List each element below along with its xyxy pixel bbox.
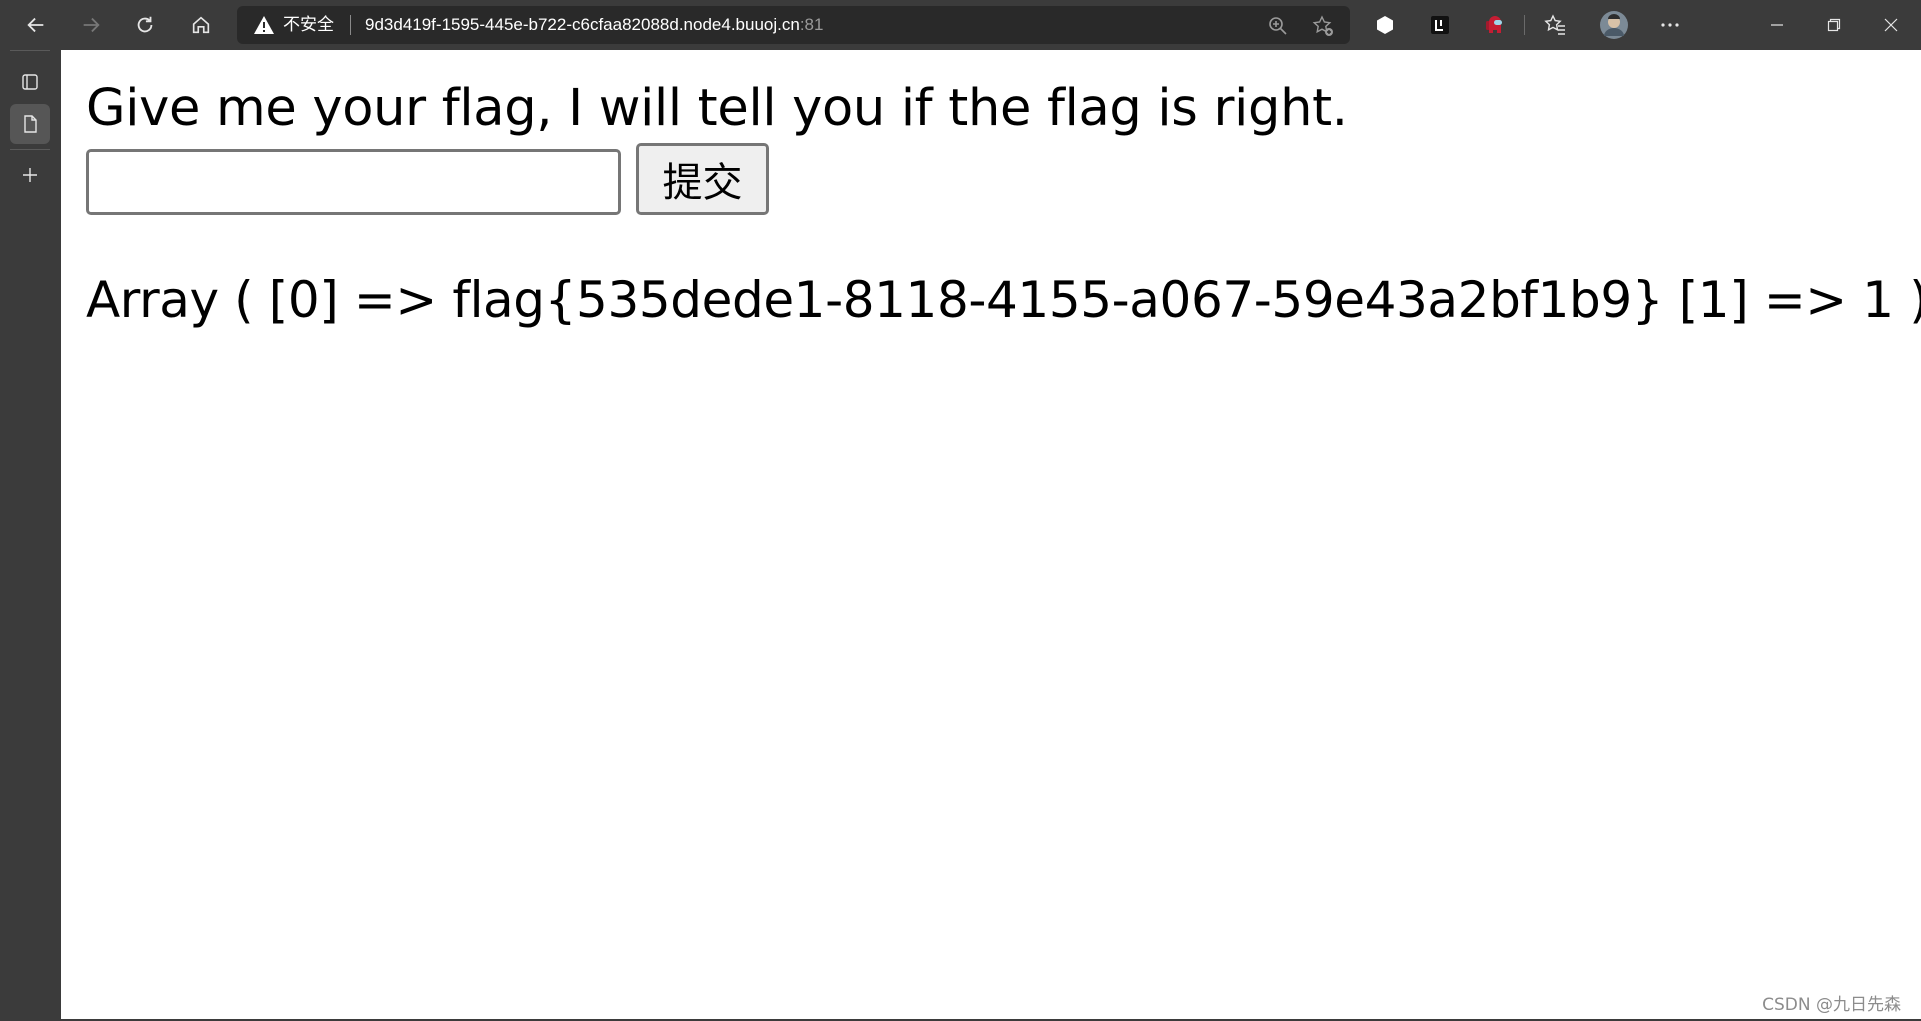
refresh-icon (137, 16, 153, 33)
profile-avatar (1600, 11, 1628, 39)
page-heading: Give me your flag, I will tell you if th… (86, 79, 1348, 138)
profile-button[interactable] (1598, 9, 1630, 41)
browser-toolbar: 不安全 9d3d419f-1595-445e-b722-c6cfaa82088d… (0, 0, 1921, 50)
more-icon (1661, 23, 1679, 27)
among-us-extension-button[interactable] (1482, 12, 1508, 38)
page-tab-icon (24, 115, 37, 133)
result-output: Array ( [0] => flag{535dede1-8118-4155-a… (86, 271, 1921, 329)
home-button[interactable] (183, 7, 219, 43)
sidebar-divider (10, 149, 50, 150)
zoom-icon[interactable] (1267, 15, 1289, 37)
flag-input[interactable] (86, 149, 621, 215)
new-tab-button[interactable] (10, 155, 50, 195)
submit-button[interactable]: 提交 (636, 143, 769, 215)
back-icon (27, 17, 44, 33)
active-tab[interactable] (10, 104, 50, 144)
toolbar-separator (1524, 15, 1525, 35)
restore-icon (1827, 18, 1841, 32)
hexagon-extension-icon (1377, 16, 1393, 34)
hexagon-extension-button[interactable] (1372, 12, 1398, 38)
sidebar-top-line (10, 50, 50, 51)
tab-actions-button[interactable] (10, 62, 50, 102)
url-text[interactable]: 9d3d419f-1595-445e-b722-c6cfaa82088d.nod… (365, 15, 823, 35)
close-icon (1884, 18, 1898, 32)
address-separator (350, 15, 351, 35)
back-button[interactable] (18, 7, 54, 43)
url-host: 9d3d419f-1595-445e-b722-c6cfaa82088d.nod… (365, 15, 800, 34)
lastpass-extension-icon (1431, 16, 1449, 34)
restore-button[interactable] (1821, 12, 1847, 38)
minimize-button[interactable] (1764, 12, 1790, 38)
vertical-tabs-sidebar (0, 50, 61, 1019)
forward-button[interactable] (73, 7, 109, 43)
refresh-button[interactable] (127, 7, 163, 43)
new-tab-icon (23, 168, 37, 182)
home-icon (192, 16, 210, 34)
more-button[interactable] (1657, 12, 1683, 38)
url-port: :81 (799, 15, 824, 34)
tab-actions-icon (22, 74, 38, 90)
warning-icon[interactable] (253, 15, 275, 35)
favorites-button[interactable] (1542, 12, 1568, 38)
address-bar[interactable]: 不安全 9d3d419f-1595-445e-b722-c6cfaa82088d… (237, 6, 1350, 44)
lastpass-extension-button[interactable] (1427, 12, 1453, 38)
page-viewport: Give me your flag, I will tell you if th… (61, 50, 1921, 1019)
forward-icon (83, 17, 100, 33)
watermark: CSDN @九日先森 (1762, 995, 1901, 1015)
favorites-icon (1544, 14, 1565, 35)
minimize-icon (1771, 24, 1783, 26)
close-button[interactable] (1878, 12, 1904, 38)
among-us-extension-icon (1486, 16, 1502, 33)
security-label[interactable]: 不安全 (283, 14, 334, 36)
add-favorite-icon[interactable] (1312, 15, 1334, 37)
